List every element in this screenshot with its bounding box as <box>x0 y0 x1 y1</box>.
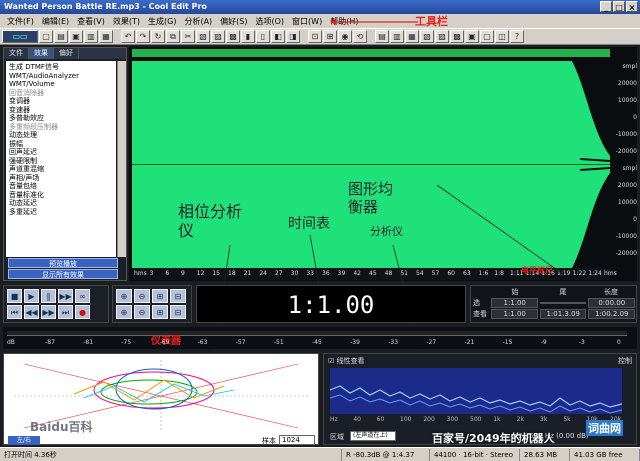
view-end-field[interactable]: 1:01.3.09 <box>539 308 587 319</box>
zoom-selection-icon[interactable]: ⊟ <box>170 289 186 303</box>
zoom-out-horizontal-icon[interactable]: ⊖ <box>134 289 150 303</box>
view-label: 查看 <box>473 309 487 318</box>
stop-button[interactable]: ■ <box>7 289 22 303</box>
frequency-tick-label: 5k <box>563 416 571 423</box>
status-format: 44100 · 16-bit · Stereo <box>430 448 520 461</box>
linear-view-label: 线性查看 <box>336 357 365 365</box>
meter-tick-label: -9 <box>540 339 547 346</box>
frequency-tick-label: 100 <box>400 416 412 423</box>
left-right-button[interactable]: 左/右 <box>8 436 40 445</box>
status-size: 28.63 MB <box>520 448 570 461</box>
meter-tick-label: -81 <box>83 339 94 346</box>
zoom-controls: ⊕ ⊖ ⊞ ⊟ ⊕ ⊖ ⊞ ⊟ <box>112 285 192 323</box>
status-free-space: 41.03 GB free <box>570 448 640 461</box>
baijiahao-watermark: 百家号/2049年的机器人 <box>432 432 555 445</box>
meter-tick-label: -15 <box>502 339 513 346</box>
zoom-in-vertical-icon[interactable]: ⊕ <box>116 305 132 319</box>
record-button[interactable]: ● <box>75 305 90 319</box>
meter-tick-label: -27 <box>426 339 437 346</box>
meter-tick-label: -69 <box>159 339 170 346</box>
status-open-time: 打开时间 4.36秒 <box>0 448 342 461</box>
frequency-tick-label: 40 <box>353 416 361 423</box>
meter-tick-label: -21 <box>464 339 475 346</box>
status-cursor: R -80.3dB @ 1:4.37 <box>342 448 430 461</box>
meter-tick-label: -45 <box>312 339 322 346</box>
zoom-in-horizontal-icon[interactable]: ⊕ <box>116 289 132 303</box>
view-begin-field[interactable]: 1:1.00 <box>491 308 538 319</box>
play-button[interactable]: ▶ <box>24 289 39 303</box>
meter-tick-label: -39 <box>350 339 360 346</box>
loop-play-button[interactable]: ∞ <box>75 289 90 303</box>
level-meter: 仪表器 dB -87 -81 -75 -69 -63 -57 -51 -45 -39 -33 -27-… <box>3 327 637 349</box>
frequency-tick-label: 500 <box>470 416 482 423</box>
go-end-button[interactable]: ⏭ <box>58 305 73 319</box>
fast-forward-button[interactable]: ▶▶ <box>41 305 56 319</box>
frequency-tick-label: 200 <box>423 416 435 423</box>
selection-begin-field[interactable]: 1:1.00 <box>491 297 538 308</box>
frequency-tick-label: 300 <box>446 416 459 423</box>
selection-length-field[interactable]: 0:00.00 <box>588 297 636 308</box>
spectrum-control-button[interactable]: 控制 <box>618 356 632 366</box>
baidu-watermark: Baidu百科 <box>30 420 93 434</box>
transport-controls: ■ ▶ ‖ ▶▶ ∞ ⏮ ◀◀ ▶▶ ⏭ ● <box>3 285 109 323</box>
status-bar: 打开时间 4.36秒 R -80.3dB @ 1:4.37 44100 · 16… <box>0 447 640 461</box>
region-select[interactable]: (左声道在上) <box>350 431 396 441</box>
zoom-left-icon[interactable]: ⊞ <box>152 305 168 319</box>
range-header-end: 尾 <box>559 287 567 296</box>
frequency-tick-label: 60 <box>376 416 385 423</box>
selection-end-field[interactable] <box>539 301 587 304</box>
frequency-tick-label: Hz <box>330 416 338 423</box>
view-length-field[interactable]: 1:00.2.09 <box>588 308 636 319</box>
pause-button[interactable]: ‖ <box>41 289 56 303</box>
meter-tick-label: dB <box>7 339 15 346</box>
region-label: 区域 <box>330 433 344 441</box>
go-start-button[interactable]: ⏮ <box>7 305 22 319</box>
play-to-end-button[interactable]: ▶▶ <box>58 289 73 303</box>
sample-label: 样本 <box>262 437 276 445</box>
meter-tick-label: 0 <box>617 339 621 346</box>
frequency-tick-label: 3k <box>540 416 548 423</box>
meter-tick-label: -75 <box>121 339 132 346</box>
frequency-tick-label: 1k <box>493 416 501 423</box>
linear-view-checkbox[interactable]: ☑ 线性查看 <box>328 356 365 366</box>
selection-view-panel: 始 尾 长度 选 1:1.00 0:00.00 查看 1:1.00 1:01.3… <box>470 285 637 323</box>
rewind-button[interactable]: ◀◀ <box>24 305 39 319</box>
zoom-out-vertical-icon[interactable]: ⊖ <box>134 305 150 319</box>
zoom-right-icon[interactable]: ⊟ <box>170 305 186 319</box>
selection-label: 选 <box>473 298 480 307</box>
site-watermark: 词曲网 <box>586 420 623 436</box>
meter-tick-label: -57 <box>235 339 246 346</box>
sample-size-select[interactable]: 1024 <box>279 435 315 445</box>
range-header-begin: 始 <box>511 287 519 296</box>
meter-tick-label: -87 <box>45 339 55 346</box>
meter-tick-label: -51 <box>273 339 284 346</box>
meter-tick-label: -33 <box>388 339 399 346</box>
range-header-length: 长度 <box>604 287 618 296</box>
frequency-tick-label: 2k <box>516 416 524 423</box>
zoom-full-icon[interactable]: ⊞ <box>152 289 168 303</box>
time-display: 1:1.00 <box>196 285 466 323</box>
meter-tick-label: -63 <box>197 339 208 346</box>
spectrum-trace <box>330 385 622 414</box>
meter-tick-label: -3 <box>578 339 585 346</box>
spectrum-plot <box>330 368 622 414</box>
